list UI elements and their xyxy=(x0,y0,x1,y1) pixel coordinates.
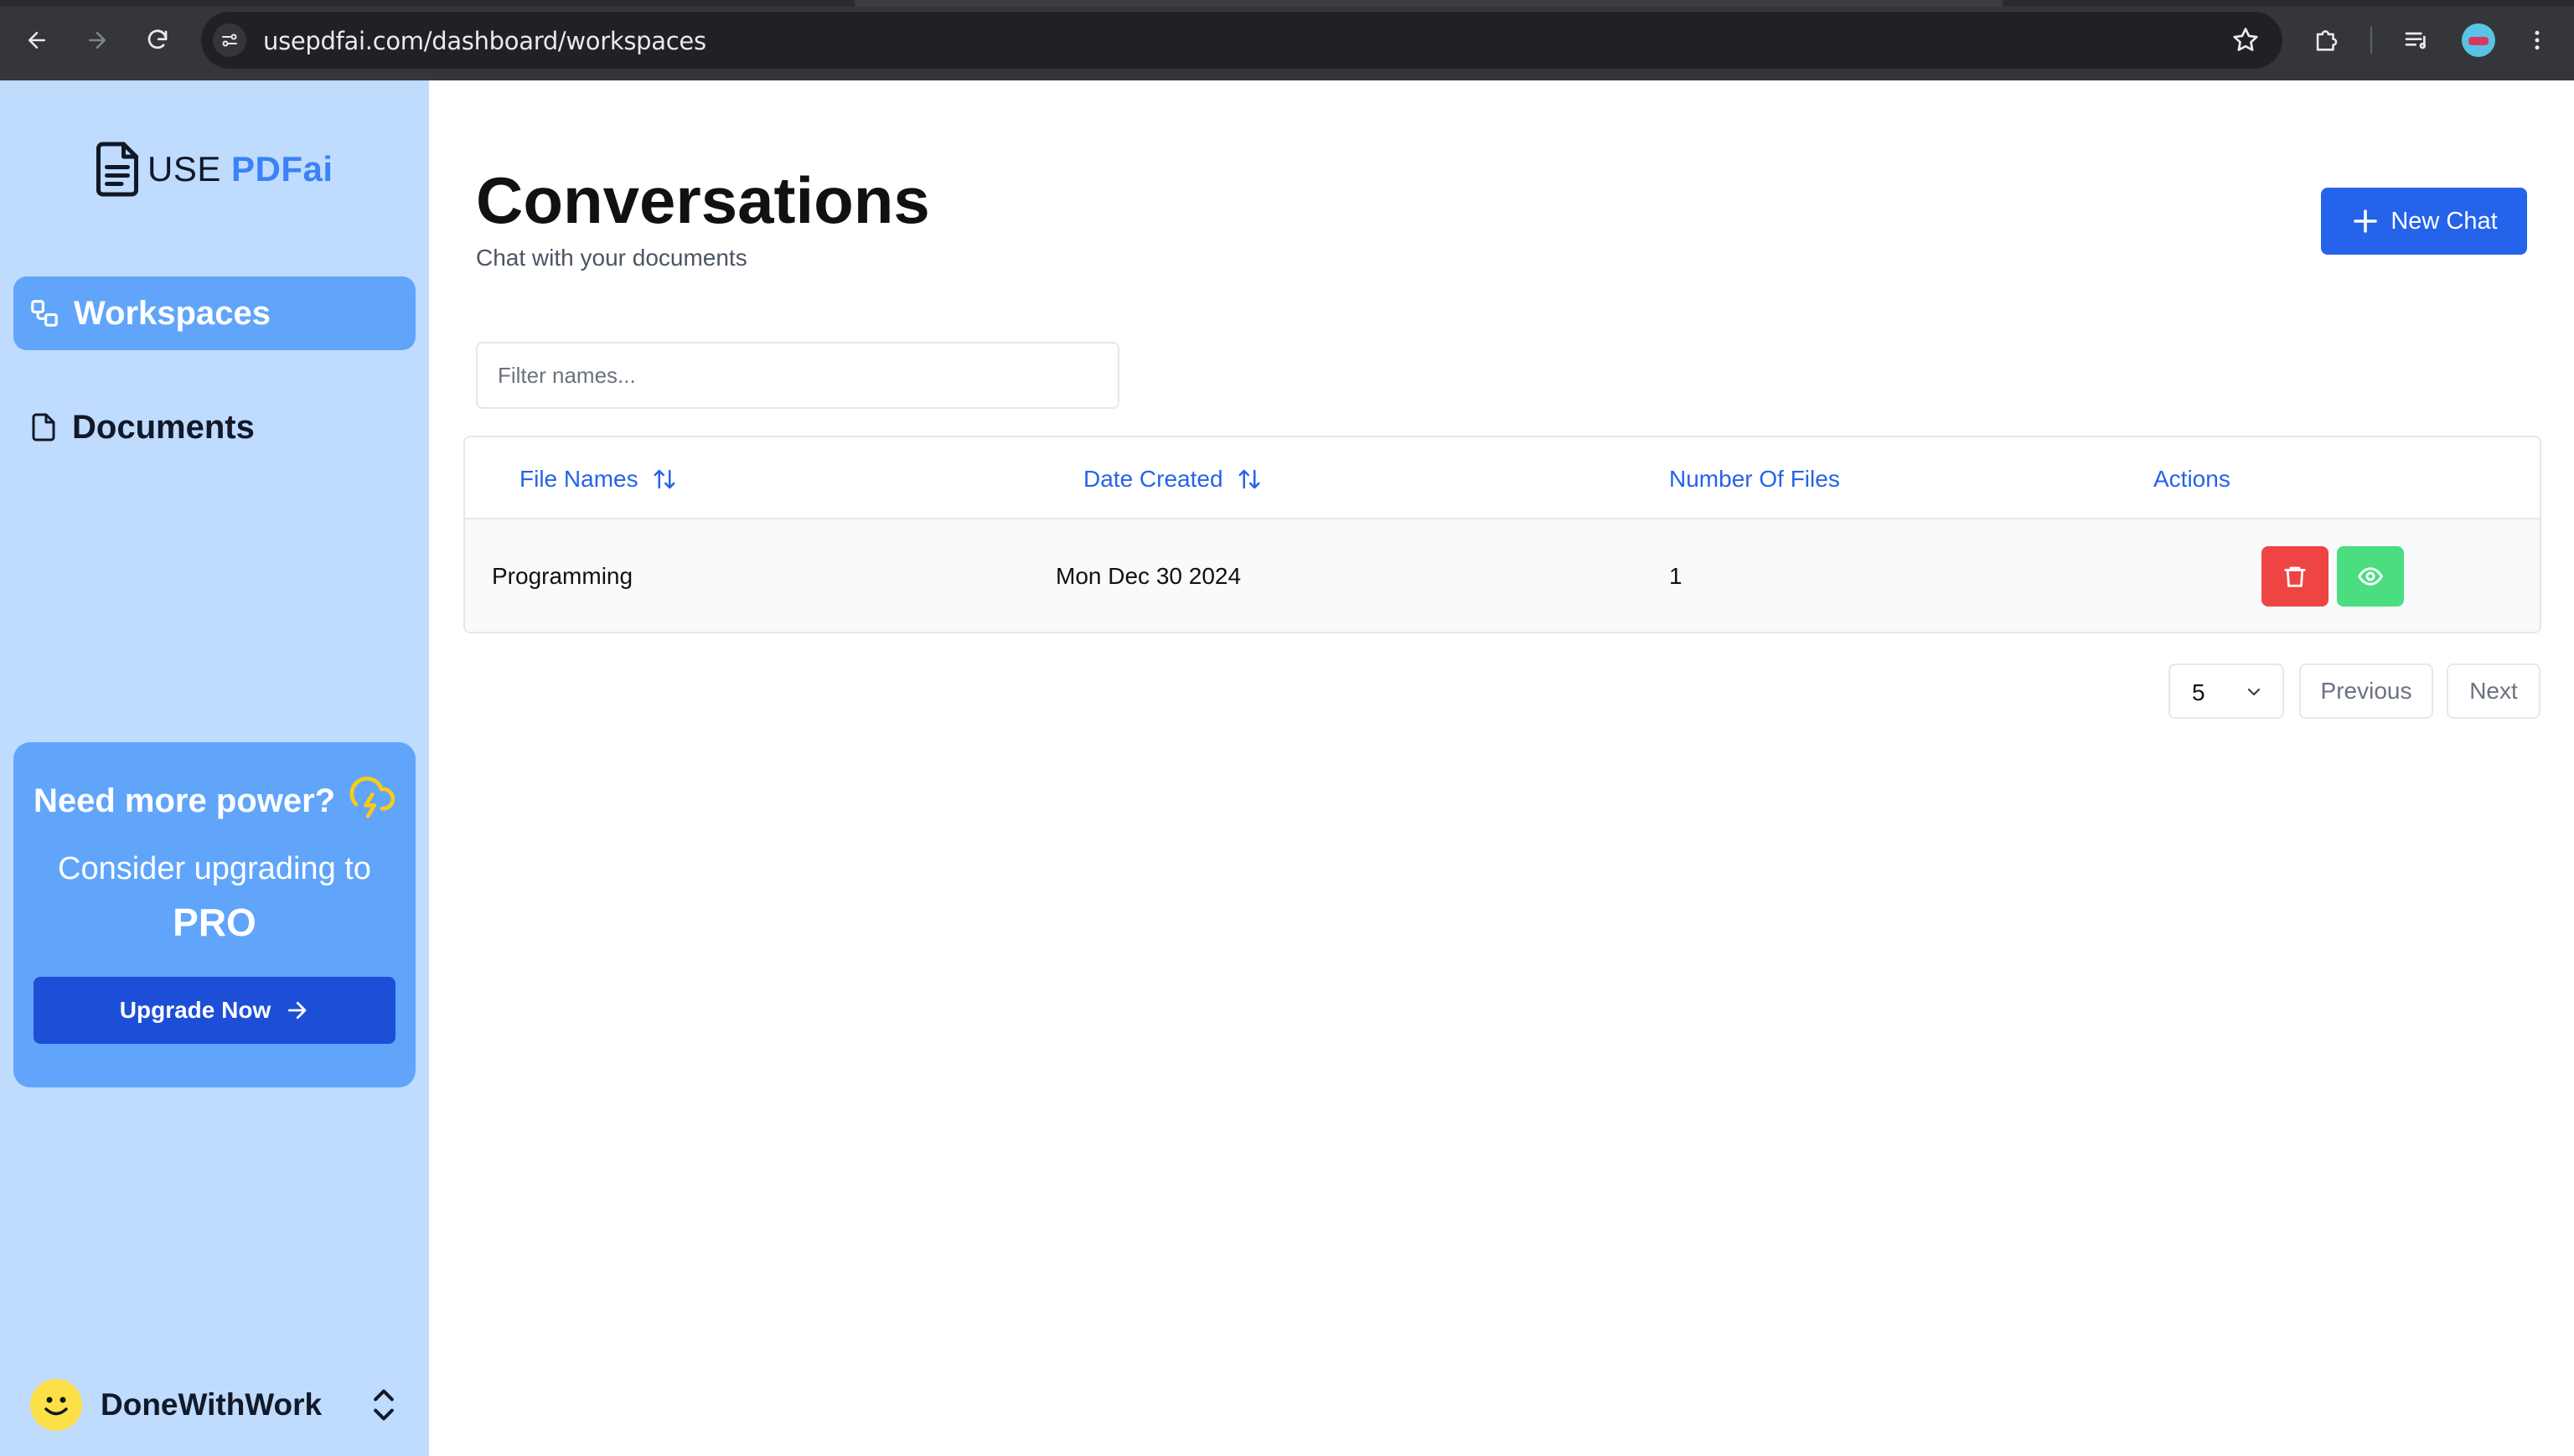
page-size-select[interactable]: 5 xyxy=(2168,663,2284,719)
address-url: usepdfai.com/dashboard/workspaces xyxy=(263,27,706,55)
app-logo[interactable]: USE PDFai xyxy=(92,139,333,199)
browser-menu-button[interactable] xyxy=(2517,20,2557,60)
eye-icon xyxy=(2358,567,2383,586)
table-header: File Names Date Created Number Of Files … xyxy=(465,437,2540,519)
cloud-lightning-icon xyxy=(349,777,395,818)
sidebar-item-label: Workspaces xyxy=(74,294,271,332)
column-file-names[interactable]: File Names xyxy=(519,466,677,493)
logo-prefix: USE xyxy=(147,149,232,188)
page-subtitle: Chat with your documents xyxy=(476,245,747,271)
sort-icon xyxy=(654,469,675,489)
view-button[interactable] xyxy=(2337,546,2404,607)
user-name: DoneWithWork xyxy=(101,1387,323,1422)
previous-page-button[interactable]: Previous xyxy=(2299,663,2433,719)
upgrade-button-label: Upgrade Now xyxy=(119,997,271,1023)
new-chat-button[interactable]: New Chat xyxy=(2321,188,2527,255)
column-header-label: File Names xyxy=(519,466,638,492)
column-header-label: Actions xyxy=(2153,466,2230,492)
conversations-table: File Names Date Created Number Of Files … xyxy=(463,436,2541,633)
logo-accent: PDFai xyxy=(231,149,333,188)
filter-names-input[interactable] xyxy=(476,342,1119,409)
logo-text: USE PDFai xyxy=(147,149,333,189)
bookmark-star-icon[interactable] xyxy=(2230,25,2261,55)
user-switcher[interactable]: DoneWithWork xyxy=(30,1377,416,1433)
document-icon xyxy=(32,413,55,441)
column-date-created[interactable]: Date Created xyxy=(1083,466,1262,493)
arrow-right-icon xyxy=(89,32,106,49)
site-info-icon[interactable] xyxy=(213,23,246,57)
table-row[interactable]: Programming Mon Dec 30 2024 1 xyxy=(465,519,2540,632)
promo-subtitle: Consider upgrading to xyxy=(58,851,371,886)
sidebar-item-label: Documents xyxy=(72,408,255,446)
upgrade-promo-card: Need more power? Consider upgrading to P… xyxy=(13,742,416,1087)
sidebar-item-documents[interactable]: Documents xyxy=(13,390,416,464)
promo-plan: PRO xyxy=(173,901,256,944)
sidebar: USE PDFai Workspaces Documents Need more… xyxy=(0,80,429,1456)
back-button[interactable] xyxy=(17,20,57,60)
reload-icon xyxy=(147,29,168,49)
puzzle-icon xyxy=(2316,30,2338,51)
column-header-label: Date Created xyxy=(1083,466,1223,492)
reload-button[interactable] xyxy=(137,20,178,60)
next-label: Next xyxy=(2469,678,2518,704)
new-chat-label: New Chat xyxy=(2391,207,2498,235)
workspaces-icon xyxy=(31,300,58,327)
cell-date-created: Mon Dec 30 2024 xyxy=(1056,563,1242,589)
plus-icon xyxy=(2354,209,2378,233)
arrow-right-icon xyxy=(288,1001,307,1020)
profile-avatar[interactable] xyxy=(2462,23,2495,57)
page-title: Conversations xyxy=(476,163,930,237)
column-actions: Actions xyxy=(2153,466,2230,493)
column-number-of-files: Number Of Files xyxy=(1669,466,1840,493)
address-bar[interactable]: usepdfai.com/dashboard/workspaces xyxy=(201,12,2282,69)
user-avatar xyxy=(30,1379,82,1431)
trash-icon xyxy=(2284,566,2306,587)
smiley-icon xyxy=(44,1397,68,1416)
file-text-icon xyxy=(96,142,138,197)
delete-button[interactable] xyxy=(2261,546,2328,607)
page-size-value: 5 xyxy=(2192,679,2205,705)
toolbar-divider xyxy=(2370,27,2372,54)
active-tab-edge xyxy=(855,0,2003,7)
chevron-down-icon xyxy=(2247,688,2261,696)
more-vertical-icon xyxy=(2535,30,2540,50)
extensions-button[interactable] xyxy=(2306,20,2346,60)
cell-number-of-files: 1 xyxy=(1669,563,1682,589)
column-header-label: Number Of Files xyxy=(1669,466,1840,492)
sort-icon xyxy=(1238,469,1260,489)
arrow-left-icon xyxy=(28,32,45,49)
upgrade-now-button[interactable]: Upgrade Now xyxy=(34,977,395,1044)
forward-button[interactable] xyxy=(77,20,117,60)
playlist-icon xyxy=(2405,32,2427,49)
next-page-button[interactable]: Next xyxy=(2447,663,2540,719)
previous-label: Previous xyxy=(2320,678,2412,704)
media-controls-button[interactable] xyxy=(2396,20,2437,60)
cell-file-name: Programming xyxy=(492,563,633,589)
browser-toolbar: usepdfai.com/dashboard/workspaces xyxy=(0,0,2574,80)
sidebar-item-workspaces[interactable]: Workspaces xyxy=(13,276,416,350)
chevrons-up-down-icon xyxy=(374,1389,394,1421)
promo-title: Need more power? xyxy=(34,782,336,819)
